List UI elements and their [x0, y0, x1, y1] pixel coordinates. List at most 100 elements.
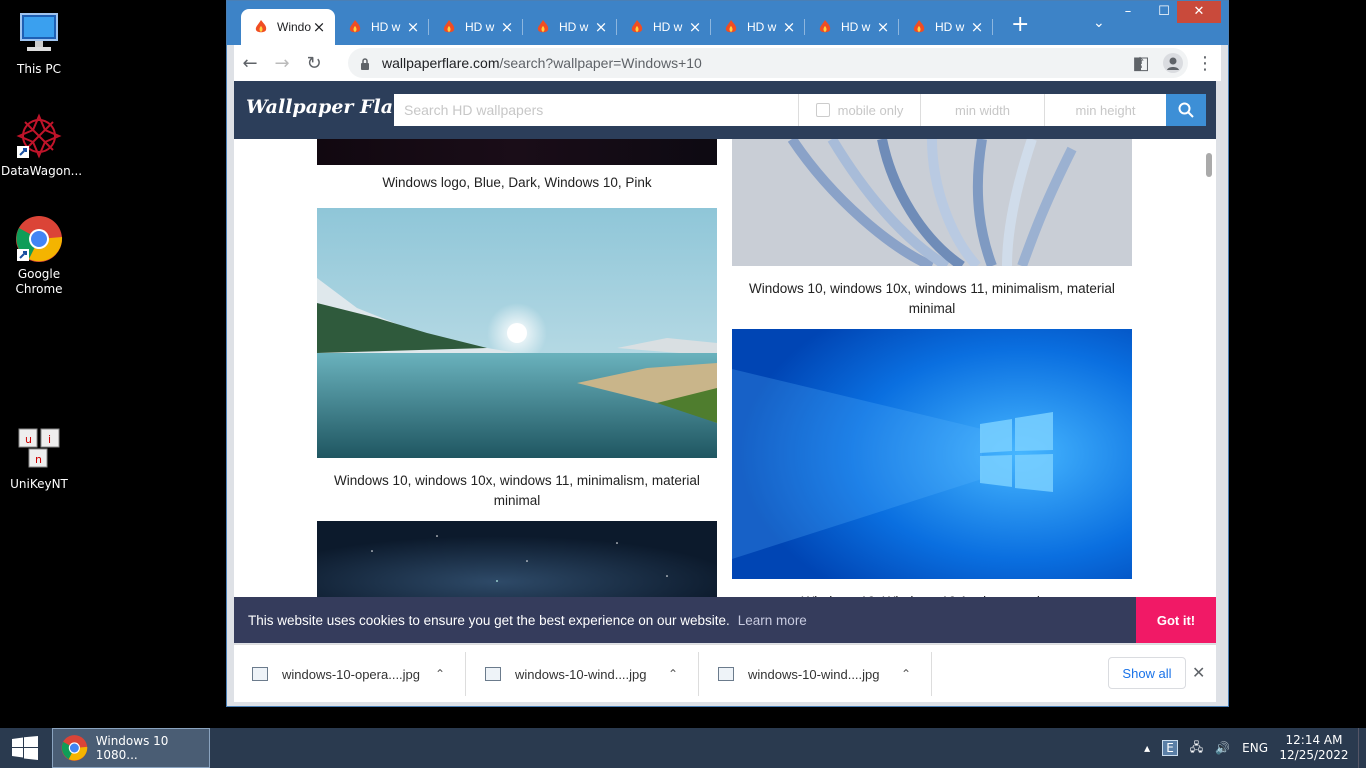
close-download-bar-icon[interactable]: ✕ — [1192, 663, 1205, 682]
kebab-menu-icon[interactable]: ⋮ — [1189, 47, 1221, 79]
chevron-up-icon[interactable]: ⌃ — [901, 667, 931, 681]
tab-close-icon[interactable]: × — [969, 18, 985, 36]
tab-close-icon[interactable]: × — [499, 18, 515, 36]
desktop-icon-label: This PC — [17, 62, 61, 76]
tab-close-icon[interactable]: × — [687, 18, 703, 36]
new-tab-plus-icon[interactable]: + — [1011, 14, 1029, 36]
url-host: wallpaperflare.com — [382, 55, 500, 71]
image-file-icon — [485, 667, 501, 681]
url-text[interactable]: wallpaperflare.com/search?wallpaper=Wind… — [382, 55, 702, 71]
cookie-message: This website uses cookies to ensure you … — [248, 612, 730, 628]
tab-close-icon[interactable]: × — [875, 18, 891, 36]
tab[interactable]: HD w × — [805, 9, 899, 45]
page-scrollbar[interactable] — [1202, 139, 1216, 643]
tab-title: HD w — [371, 20, 401, 34]
minimize-icon[interactable]: – — [1115, 1, 1141, 23]
mobile-only-toggle[interactable]: mobile only — [798, 94, 920, 126]
search-input[interactable] — [394, 94, 798, 126]
maximize-icon[interactable]: ☐ — [1151, 1, 1177, 23]
min-width-input[interactable]: min width — [920, 94, 1044, 126]
tab-active[interactable]: Windo × — [241, 9, 335, 45]
desktop-icon-google-chrome[interactable]: Google Chrome — [1, 215, 77, 297]
cookie-accept-button[interactable]: Got it! — [1136, 597, 1216, 643]
show-all-button[interactable]: Show all — [1108, 657, 1186, 689]
wallpaper-caption[interactable]: Windows 10, windows 10x, windows 11, min… — [317, 463, 717, 511]
forward-arrow-icon[interactable]: → — [266, 47, 298, 79]
wallpaper-thumbnail[interactable] — [732, 329, 1132, 579]
wallpaperflare-favicon — [913, 20, 925, 33]
tab[interactable]: HD w × — [617, 9, 711, 45]
side-panel-icon[interactable]: ◧ — [1125, 47, 1157, 79]
image-file-icon — [252, 667, 268, 681]
wallpaper-card[interactable] — [317, 521, 717, 602]
min-height-input[interactable]: min height — [1044, 94, 1166, 126]
wallpaper-card[interactable]: Windows 10, Windows 10 Anniversary, logo — [732, 329, 1132, 612]
taskbar-chrome-app[interactable]: Windows 10 1080... — [52, 728, 210, 768]
desktop-icon-this-pc[interactable]: This PC — [1, 10, 77, 77]
tab[interactable]: HD w × — [523, 9, 617, 45]
wallpaper-thumbnail[interactable] — [317, 139, 717, 165]
tab[interactable]: HD w × — [711, 9, 805, 45]
desktop-icon-unikeynt[interactable]: u in UniKeyNT — [1, 425, 77, 492]
tray-overflow-chevron-icon[interactable]: ▴ — [1144, 741, 1150, 755]
wallpaperflare-favicon — [725, 20, 737, 33]
mobile-only-checkbox[interactable] — [815, 103, 830, 117]
download-item[interactable]: windows-10-wind....jpg ⌃ — [700, 652, 932, 696]
download-filename: windows-10-wind....jpg — [748, 666, 880, 682]
tab-close-icon[interactable]: × — [311, 18, 327, 36]
desktop-icon-label: UniKeyNT — [10, 477, 68, 491]
learn-more-link[interactable]: Learn more — [738, 613, 807, 628]
tab-title: HD w — [747, 20, 777, 34]
desktop-icon-datawagon[interactable]: DataWagon... — [1, 112, 82, 179]
url-path: /search?wallpaper=Windows+10 — [499, 55, 702, 71]
scrollbar-thumb[interactable] — [1206, 153, 1212, 177]
address-bar[interactable]: wallpaperflare.com/search?wallpaper=Wind… — [348, 48, 1188, 78]
window-close-icon[interactable]: ✕ — [1177, 1, 1221, 23]
tab-close-icon[interactable]: × — [781, 18, 797, 36]
tab[interactable]: HD w × — [429, 9, 523, 45]
site-logo[interactable]: Wallpaper Flare — [246, 96, 415, 118]
clock-time: 12:14 AM — [1285, 733, 1343, 747]
wallpaper-caption[interactable]: Windows logo, Blue, Dark, Windows 10, Pi… — [317, 165, 717, 193]
download-bar: windows-10-opera....jpg ⌃ windows-10-win… — [234, 644, 1216, 702]
wallpaper-thumbnail[interactable] — [317, 521, 717, 597]
back-arrow-icon[interactable]: ← — [234, 47, 266, 79]
image-file-icon — [718, 667, 734, 681]
datawagon-icon — [15, 112, 63, 160]
volume-icon[interactable]: 🔊 — [1215, 741, 1230, 755]
clock-date: 12/25/2022 — [1279, 748, 1349, 762]
reload-icon[interactable]: ↻ — [298, 47, 330, 79]
tab-close-icon[interactable]: × — [593, 18, 609, 36]
show-desktop-button[interactable] — [1358, 728, 1366, 768]
tab-close-icon[interactable]: × — [405, 18, 421, 36]
download-item[interactable]: windows-10-opera....jpg ⌃ — [234, 652, 466, 696]
language-indicator[interactable]: ENG — [1242, 741, 1268, 755]
svg-text:i: i — [48, 433, 51, 446]
wallpaper-thumbnail[interactable] — [317, 208, 717, 458]
profile-avatar-icon[interactable] — [1157, 47, 1189, 79]
start-button[interactable] — [0, 728, 50, 768]
system-tray: ▴ E 🖧 🔊 ENG 12:14 AM 12/25/2022 — [1138, 728, 1366, 768]
wallpaperflare-favicon — [537, 20, 549, 33]
browser-toolbar: ← → ↻ wallpaperflare.com/search?wallpape… — [234, 45, 1221, 81]
this-pc-icon — [15, 10, 63, 58]
clock[interactable]: 12:14 AM 12/25/2022 — [1274, 733, 1354, 763]
wallpaperflare-favicon — [631, 20, 643, 33]
tab-title: HD w — [559, 20, 589, 34]
wallpaper-thumbnail[interactable] — [732, 136, 1132, 271]
search-button[interactable] — [1166, 94, 1206, 126]
windows-start-icon — [12, 736, 38, 760]
wallpaper-card[interactable]: Windows 10, windows 10x, windows 11, min… — [732, 136, 1132, 319]
chevron-up-icon[interactable]: ⌃ — [668, 667, 698, 681]
wallpaper-card[interactable]: Windows 10, windows 10x, windows 11, min… — [317, 208, 717, 511]
download-item[interactable]: windows-10-wind....jpg ⌃ — [467, 652, 699, 696]
tab[interactable]: HD w × — [899, 9, 993, 45]
wallpaper-caption[interactable]: Windows 10, windows 10x, windows 11, min… — [732, 271, 1132, 319]
tab-search-chevron-icon[interactable]: ⌄ — [1093, 15, 1105, 31]
wallpaper-card[interactable]: Windows logo, Blue, Dark, Windows 10, Pi… — [317, 139, 717, 193]
tab[interactable]: HD w × — [335, 9, 429, 45]
chevron-up-icon[interactable]: ⌃ — [435, 667, 465, 681]
chrome-icon — [15, 215, 63, 263]
network-icon[interactable]: 🖧 — [1190, 738, 1203, 759]
keyboard-e-icon[interactable]: E — [1162, 740, 1178, 756]
